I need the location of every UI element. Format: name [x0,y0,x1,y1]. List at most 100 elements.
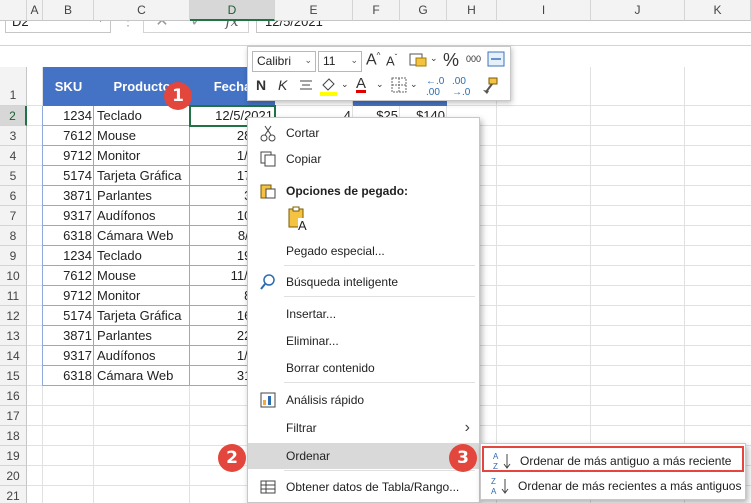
table-cell[interactable]: 6318 [43,366,94,386]
table-cell[interactable]: Audífonos [94,346,190,366]
menu-item-copiar[interactable]: Copiar [248,146,479,172]
table-cell[interactable]: Mouse [94,266,190,286]
bold-button[interactable]: N [256,77,266,93]
table-cell[interactable]: 9712 [43,286,94,306]
row-header-10[interactable]: 10 [0,266,27,286]
format-painter-button[interactable] [480,76,500,99]
table-row[interactable]: 9712Monitor8/4/2 [43,286,275,306]
decrease-decimal-button[interactable]: .00 →.0 [452,76,470,98]
font-size-dropdown[interactable]: 11 ⌄ [318,51,362,72]
borders-button[interactable] [390,76,408,97]
table-row[interactable]: 9317Audífonos10/1/2 [43,206,275,226]
table-cell[interactable]: 9712 [43,146,94,166]
row-header-12[interactable]: 12 [0,306,27,326]
chevron-down-icon[interactable]: ⌄ [430,53,438,64]
column-header-g[interactable]: G [400,0,447,21]
submenu-item-sort-newest-to-oldest[interactable]: Z A Ordenar de más recientes a más antiguo… [482,473,744,499]
table-row[interactable]: 3871Parlantes22/3/2 [43,326,275,346]
table-cell[interactable]: Cámara Web [94,366,190,386]
table-row[interactable]: 7612Mouse11/10/2 [43,266,275,286]
font-name-dropdown[interactable]: Calibri ⌄ [252,51,316,72]
row-header-20[interactable]: 20 [0,466,27,486]
table-row[interactable]: 6318Cámara Web8/11/2 [43,226,275,246]
menu-item-búsqueda-inteligente[interactable]: Búsqueda inteligente [248,269,479,295]
chevron-down-icon[interactable]: ⌄ [410,79,418,90]
fill-color-button[interactable] [318,75,340,100]
menu-item-obtener-datos-de-tabla-rango[interactable]: Obtener datos de Tabla/Rango... [248,474,479,500]
table-cell[interactable]: Audífonos [94,206,190,226]
row-header-16[interactable]: 16 [0,386,27,406]
table-cell[interactable]: 9317 [43,346,94,366]
table-row[interactable]: 3871Parlantes3/6/2 [43,186,275,206]
chevron-down-icon[interactable]: ⌄ [376,79,384,90]
row-header-9[interactable]: 9 [0,246,27,266]
column-header-j[interactable]: J [591,0,685,21]
column-header-c[interactable]: C [94,0,190,21]
table-cell[interactable]: Monitor [94,286,190,306]
row-header-7[interactable]: 7 [0,206,27,226]
row-header-14[interactable]: 14 [0,346,27,366]
row-header-4[interactable]: 4 [0,146,27,166]
table-header-0[interactable]: SKU [43,67,94,106]
menu-item-borrar-contenido[interactable]: Borrar contenido [248,355,479,381]
table-cell[interactable]: Parlantes [94,326,190,346]
table-row[interactable]: 9317Audífonos1/12/2 [43,346,275,366]
menu-item-insertar[interactable]: Insertar... [248,301,479,327]
table-row[interactable]: 5174Tarjeta Gráfica16/5/2 [43,306,275,326]
increase-decimal-button[interactable]: ←.0.00 [426,76,444,98]
row-header-17[interactable]: 17 [0,406,27,426]
menu-item-análisis-rápido[interactable]: Análisis rápido [248,387,479,413]
row-header-2[interactable]: 2 [0,106,27,126]
table-cell[interactable]: Parlantes [94,186,190,206]
row-header-5[interactable]: 5 [0,166,27,186]
accounting-format-button[interactable] [408,51,430,72]
merge-center-button[interactable] [486,50,506,71]
chevron-down-icon[interactable]: ⌄ [341,79,349,90]
row-header-1[interactable]: 1 [0,67,27,106]
select-all-corner[interactable] [0,0,27,21]
table-cell[interactable]: 1234 [43,246,94,266]
menu-item-pegado-especial[interactable]: Pegado especial... [248,238,479,264]
column-header-e[interactable]: E [275,0,353,21]
table-cell[interactable]: 5174 [43,306,94,326]
table-cell[interactable]: 6318 [43,226,94,246]
column-header-f[interactable]: F [353,0,400,21]
comma-style-button[interactable]: 000 [466,54,481,64]
table-row[interactable]: 6318Cámara Web31/1/2 [43,366,275,386]
table-cell[interactable]: 7612 [43,126,94,146]
table-row[interactable]: 7612Mouse28/3/2 [43,126,275,146]
menu-item-ordenar[interactable]: Ordenar [248,443,479,469]
row-header-6[interactable]: 6 [0,186,27,206]
percent-style-button[interactable]: % [443,50,459,71]
column-header-b[interactable]: B [43,0,94,21]
table-cell[interactable]: 7612 [43,266,94,286]
row-header-19[interactable]: 19 [0,446,27,466]
table-cell[interactable]: Monitor [94,146,190,166]
column-header-a[interactable]: A [27,0,43,21]
table-cell[interactable]: Tarjeta Gráfica [94,306,190,326]
menu-item-cortar[interactable]: Cortar [248,120,479,146]
table-row[interactable]: 1234Teclado19/9/2 [43,246,275,266]
row-header-8[interactable]: 8 [0,226,27,246]
column-header-d[interactable]: D [190,0,275,21]
table-cell[interactable]: 3871 [43,326,94,346]
table-cell[interactable]: Mouse [94,126,190,146]
menu-item-eliminar[interactable]: Eliminar... [248,328,479,354]
column-header-k[interactable]: K [685,0,751,21]
increase-font-size-button[interactable]: A^ [366,51,380,69]
italic-button[interactable]: K [278,77,287,93]
submenu-item-sort-oldest-to-newest[interactable]: A Z Ordenar de más antiguo a más reciente [482,446,744,472]
row-header-15[interactable]: 15 [0,366,27,386]
table-cell[interactable]: 5174 [43,166,94,186]
font-color-button[interactable]: A [356,75,366,92]
row-header-11[interactable]: 11 [0,286,27,306]
table-row[interactable]: 9712Monitor1/12/2 [43,146,275,166]
table-cell[interactable]: 3871 [43,186,94,206]
row-header-18[interactable]: 18 [0,426,27,446]
column-header-i[interactable]: I [497,0,591,21]
paste-values-button[interactable]: A [286,206,310,234]
table-cell[interactable]: 9317 [43,206,94,226]
column-header-h[interactable]: H [447,0,497,21]
table-cell[interactable]: Tarjeta Gráfica [94,166,190,186]
table-cell[interactable]: Teclado [94,246,190,266]
